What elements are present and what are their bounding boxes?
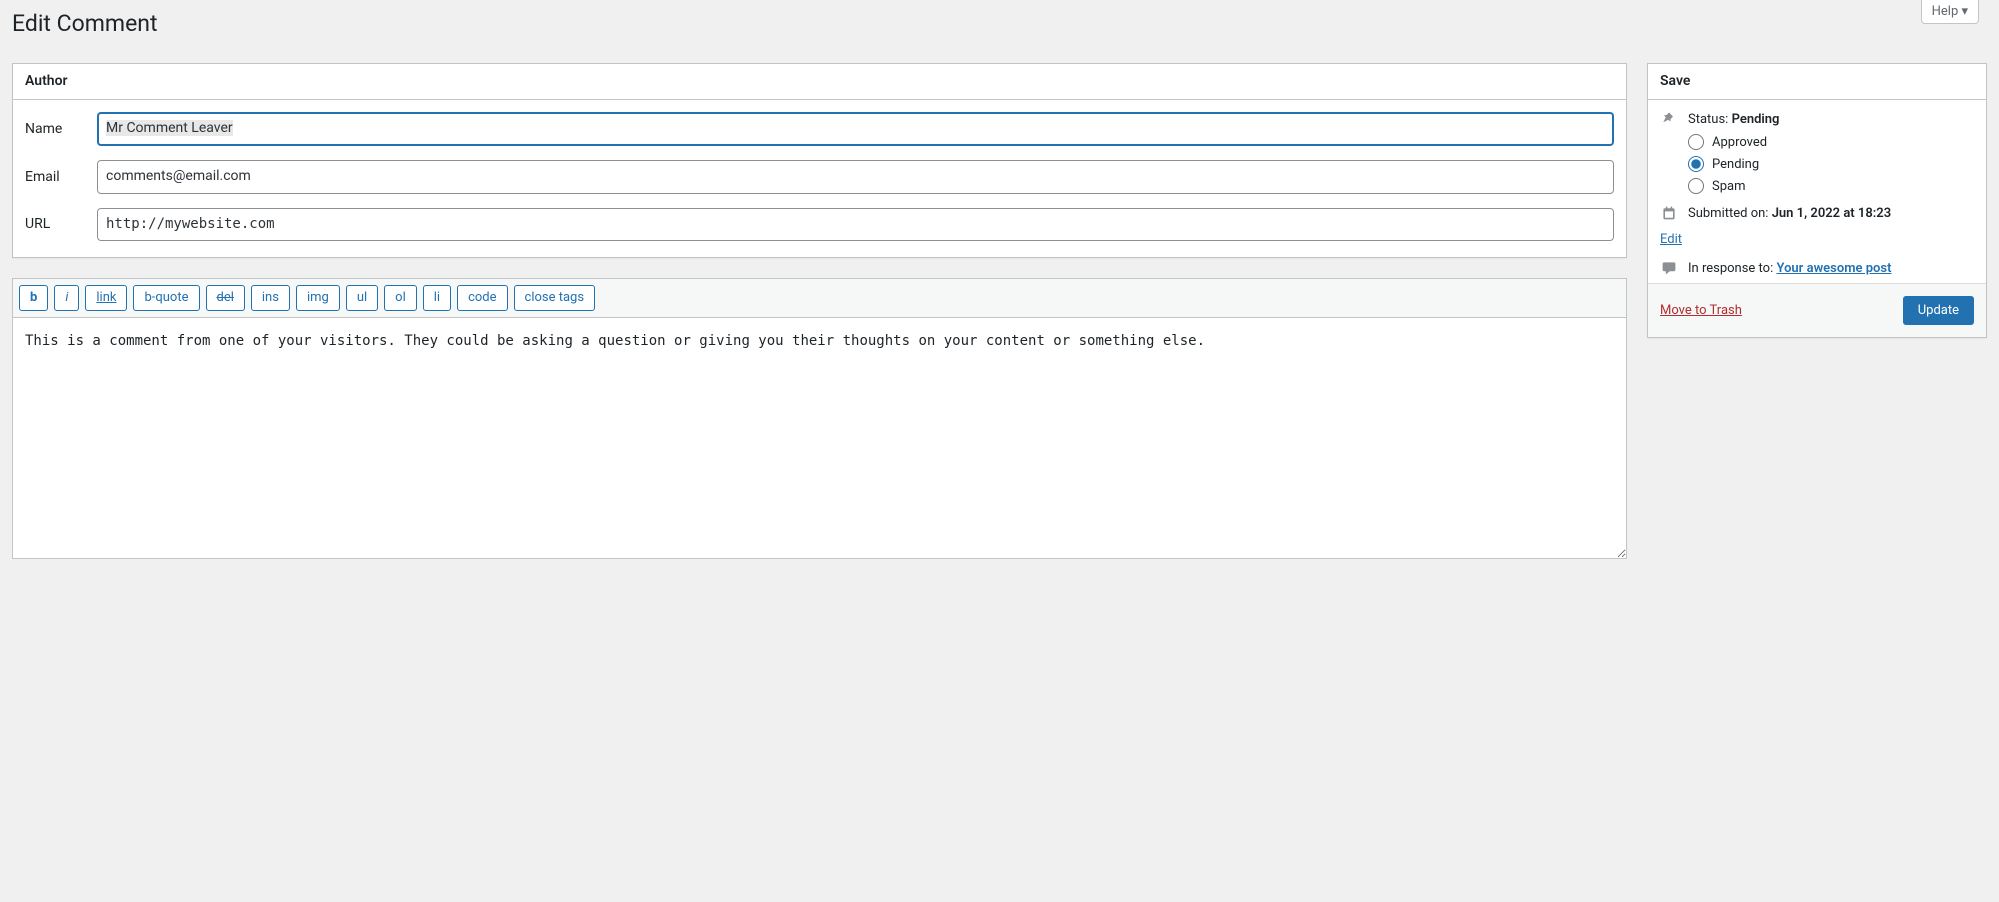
qt-img-button[interactable]: img xyxy=(296,285,340,311)
update-button[interactable]: Update xyxy=(1903,296,1974,325)
response-text: In response to: Your awesome post xyxy=(1688,261,1891,276)
approved-label: Approved xyxy=(1712,135,1767,150)
content-layout: Author Name Mr Comment Leaver Email URL xyxy=(12,63,1987,559)
status-label: Status: Pending xyxy=(1688,112,1779,127)
author-postbox: Author Name Mr Comment Leaver Email URL xyxy=(12,63,1627,258)
save-heading: Save xyxy=(1660,72,1974,92)
qt-blockquote-button[interactable]: b-quote xyxy=(133,285,199,311)
name-label: Name xyxy=(25,121,97,137)
author-fields: Name Mr Comment Leaver Email URL xyxy=(13,100,1626,257)
qt-close-tags-button[interactable]: close tags xyxy=(514,285,596,311)
qt-ul-button[interactable]: ul xyxy=(346,285,378,311)
name-field[interactable]: Mr Comment Leaver xyxy=(97,112,1614,146)
email-field[interactable] xyxy=(97,160,1614,194)
url-field[interactable] xyxy=(97,208,1614,242)
pin-icon xyxy=(1660,110,1678,128)
comment-icon xyxy=(1660,259,1678,277)
status-spam-radio[interactable]: Spam xyxy=(1688,178,1974,194)
response-post-link[interactable]: Your awesome post xyxy=(1776,261,1891,276)
email-label: Email xyxy=(25,169,97,185)
approved-radio-input[interactable] xyxy=(1688,134,1704,150)
quicktags-toolbar: b i link b-quote del ins img ul ol li co… xyxy=(13,279,1626,318)
qt-del-button[interactable]: del xyxy=(206,285,245,311)
author-heading: Author xyxy=(25,72,1614,92)
save-header: Save xyxy=(1648,64,1986,101)
save-postbox: Save Status: Pending Approved xyxy=(1647,63,1987,339)
main-column: Author Name Mr Comment Leaver Email URL xyxy=(12,63,1627,559)
edit-date-link[interactable]: Edit xyxy=(1660,232,1682,247)
qt-italic-button[interactable]: i xyxy=(54,285,79,311)
comment-editor: b i link b-quote del ins img ul ol li co… xyxy=(12,278,1627,559)
side-column: Save Status: Pending Approved xyxy=(1647,63,1987,359)
submitted-row: Submitted on: Jun 1, 2022 at 18:23 xyxy=(1660,204,1974,222)
spam-radio-input[interactable] xyxy=(1688,178,1704,194)
qt-ol-button[interactable]: ol xyxy=(384,285,417,311)
page-title: Edit Comment xyxy=(12,0,1987,43)
status-approved-radio[interactable]: Approved xyxy=(1688,134,1974,150)
email-row: Email xyxy=(25,160,1614,194)
pending-radio-input[interactable] xyxy=(1688,156,1704,172)
qt-ins-button[interactable]: ins xyxy=(251,285,290,311)
comment-content-textarea[interactable] xyxy=(13,318,1626,558)
status-radio-group: Approved Pending Spam xyxy=(1688,134,1974,194)
move-to-trash-link[interactable]: Move to Trash xyxy=(1660,303,1742,318)
help-tab[interactable]: Help ▾ xyxy=(1921,0,1979,24)
name-value: Mr Comment Leaver xyxy=(106,120,233,136)
status-row: Status: Pending xyxy=(1660,110,1974,128)
author-header: Author xyxy=(13,64,1626,101)
qt-code-button[interactable]: code xyxy=(457,285,507,311)
url-label: URL xyxy=(25,216,97,232)
url-row: URL xyxy=(25,208,1614,242)
name-row: Name Mr Comment Leaver xyxy=(25,112,1614,146)
qt-link-button[interactable]: link xyxy=(85,285,127,311)
pending-label: Pending xyxy=(1712,157,1759,172)
spam-label: Spam xyxy=(1712,179,1746,194)
major-actions: Move to Trash Update xyxy=(1648,283,1986,337)
status-section: Status: Pending Approved Pending xyxy=(1648,100,1986,283)
submitted-label: Submitted on: Jun 1, 2022 at 18:23 xyxy=(1688,206,1891,221)
qt-li-button[interactable]: li xyxy=(423,285,451,311)
calendar-icon xyxy=(1660,204,1678,222)
response-row: In response to: Your awesome post xyxy=(1660,259,1974,277)
qt-bold-button[interactable]: b xyxy=(19,285,48,311)
status-pending-radio[interactable]: Pending xyxy=(1688,156,1974,172)
